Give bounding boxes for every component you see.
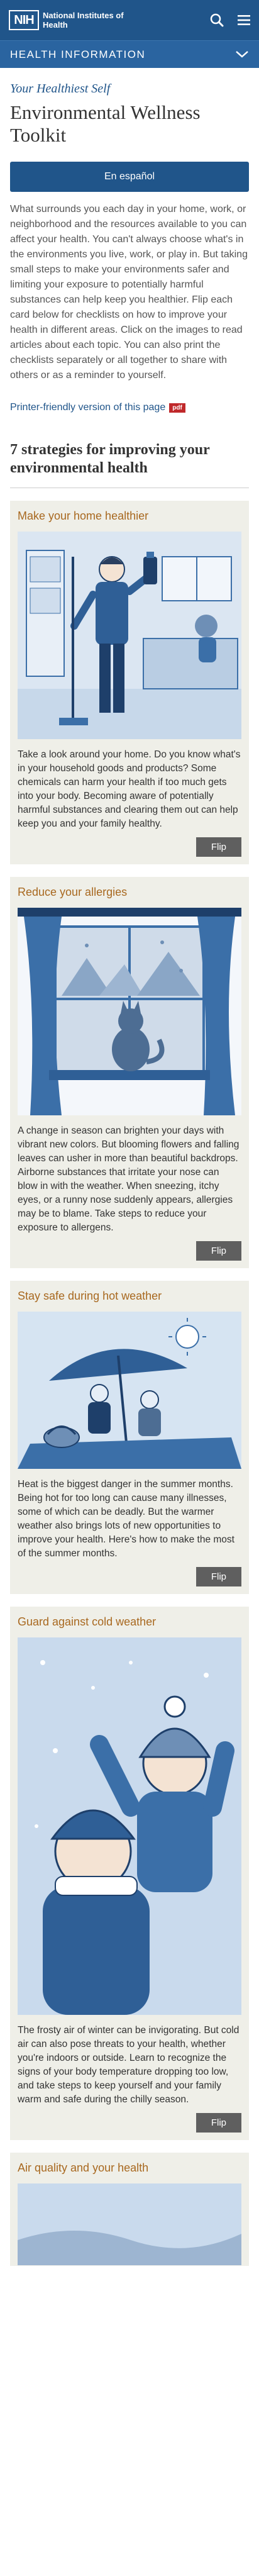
picnic-umbrella-illustration[interactable]: [18, 1312, 241, 1469]
printer-friendly-link[interactable]: Printer-friendly version of this page pd…: [10, 402, 249, 413]
site-header: NIH National Institutes of Health: [0, 0, 259, 40]
strategy-card-cold-weather: Guard against cold weather The frosty ai…: [10, 1607, 249, 2140]
spanish-language-button[interactable]: En español: [10, 162, 249, 192]
window-cat-illustration[interactable]: [18, 908, 241, 1115]
page-title: Environmental Wellness Toolkit: [10, 101, 201, 146]
card-title: Make your home healthier: [18, 510, 149, 522]
pdf-icon: pdf: [169, 403, 185, 413]
air-quality-illustration[interactable]: [18, 2183, 241, 2265]
search-icon[interactable]: [210, 13, 224, 27]
brand-tagline: Your Healthiest Self: [10, 82, 111, 96]
card-description: A change in season can brighten your day…: [18, 1125, 240, 1233]
strategy-card-home: Make your home healthier Take a look aro…: [10, 501, 249, 864]
section-title: 7 strategies for improving your environm…: [10, 441, 249, 488]
intro-paragraph: What surrounds you each day in your home…: [10, 204, 248, 381]
nih-logo[interactable]: NIH National Institutes of Health: [9, 10, 124, 30]
chevron-down-icon[interactable]: [235, 48, 249, 61]
health-information-nav[interactable]: HEALTH INFORMATION: [0, 40, 259, 68]
card-title: Air quality and your health: [18, 2161, 149, 2174]
strategy-card-air-quality: Air quality and your health: [10, 2153, 249, 2266]
card-title: Guard against cold weather: [18, 1615, 157, 1628]
nav-label: HEALTH INFORMATION: [10, 48, 146, 60]
card-title: Stay safe during hot weather: [18, 1290, 162, 1302]
card-description: Heat is the biggest danger in the summer…: [18, 1479, 234, 1559]
nih-logo-text: National Institutes of Health: [43, 11, 124, 30]
flip-button[interactable]: Flip: [196, 2113, 241, 2133]
strategy-card-hot-weather: Stay safe during hot weather Heat is the…: [10, 1281, 249, 1594]
flip-button[interactable]: Flip: [196, 1241, 241, 1261]
home-cleaning-illustration[interactable]: [18, 532, 241, 739]
printer-friendly-label: Printer-friendly version of this page: [10, 402, 166, 413]
menu-icon[interactable]: [238, 14, 250, 26]
card-description: Take a look around your home. Do you kno…: [18, 749, 241, 829]
flip-button[interactable]: Flip: [196, 837, 241, 857]
card-description: The frosty air of winter can be invigora…: [18, 2025, 240, 2105]
nih-logo-mark: NIH: [9, 10, 39, 30]
card-title: Reduce your allergies: [18, 886, 128, 898]
flip-button[interactable]: Flip: [196, 1567, 241, 1586]
winter-family-illustration[interactable]: [18, 1637, 241, 2015]
strategy-card-allergies: Reduce your allergies A change in season…: [10, 877, 249, 1268]
